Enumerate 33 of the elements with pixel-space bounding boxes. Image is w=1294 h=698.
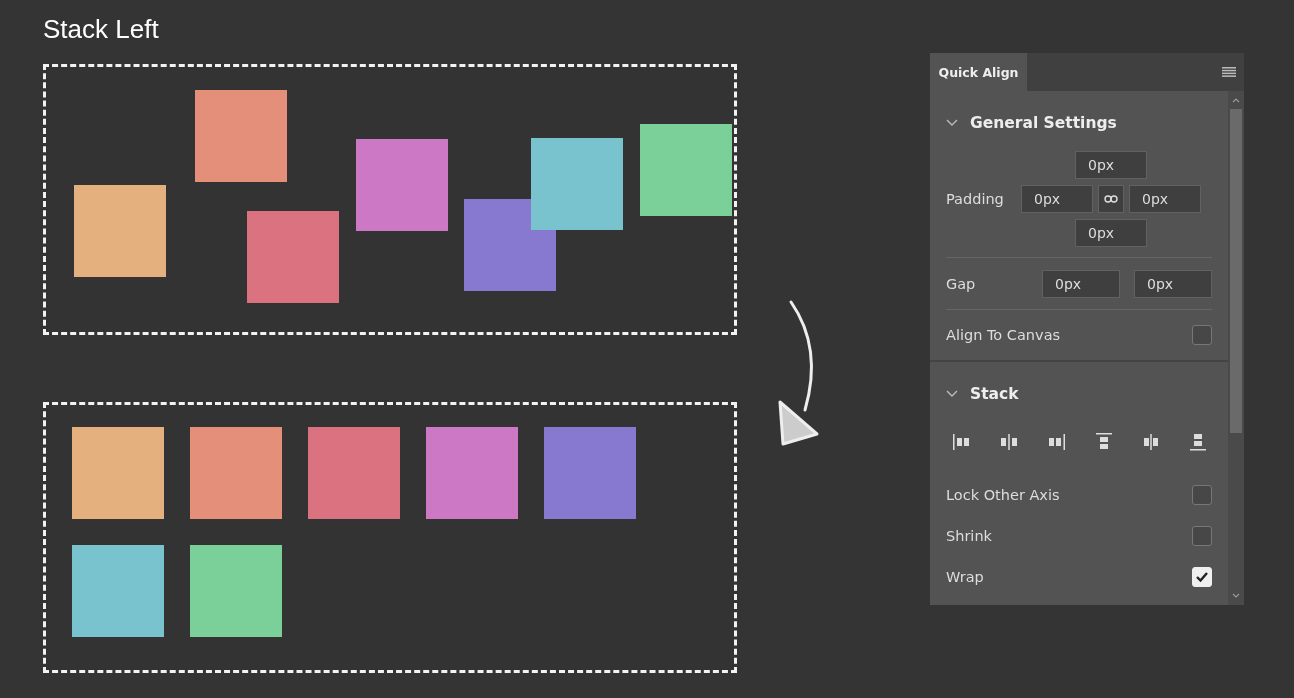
align-left-icon[interactable] — [952, 432, 972, 452]
link-button[interactable] — [1098, 185, 1124, 213]
checkbox[interactable] — [1192, 484, 1212, 505]
option-label: Lock Other Axis — [946, 486, 1060, 503]
padding-right-field[interactable]: 0px — [1129, 185, 1201, 213]
panel-tab[interactable]: Quick Align — [930, 53, 1027, 91]
checkbox[interactable] — [1192, 325, 1212, 345]
menu-icon[interactable] — [1222, 67, 1236, 77]
padding-bottom-field[interactable]: 0px — [1075, 219, 1147, 247]
scroll-down-icon[interactable] — [1232, 593, 1240, 599]
align-bottom-icon[interactable] — [1187, 432, 1208, 452]
option-label: Wrap — [946, 568, 984, 585]
padding-label: Padding — [946, 191, 1004, 207]
section-title: General Settings — [970, 114, 1117, 132]
gap-label: Gap — [946, 275, 976, 292]
page-title: Stack Left — [43, 14, 160, 44]
option-label: Shrink — [946, 527, 992, 544]
scroll-up-icon[interactable] — [1232, 97, 1240, 103]
padding-top-field[interactable]: 0px — [1075, 151, 1147, 179]
align-right-icon[interactable] — [1046, 432, 1067, 452]
align-center-icon[interactable] — [999, 432, 1020, 452]
section-title: Stack — [970, 385, 1019, 403]
chevron-icon[interactable] — [946, 119, 958, 127]
option-label: Align To Canvas — [946, 327, 1061, 343]
link-icon — [1104, 195, 1118, 203]
padding-left-field[interactable]: 0px — [1021, 185, 1093, 213]
align-top-icon[interactable] — [1093, 432, 1114, 452]
gap-y-field[interactable]: 0px — [1134, 269, 1212, 298]
checkbox[interactable] — [1192, 525, 1212, 546]
checkmark-icon — [1195, 570, 1209, 583]
chevron-icon[interactable] — [946, 390, 958, 398]
scrollbar[interactable] — [1228, 91, 1244, 605]
gap-x-field[interactable]: 0px — [1042, 269, 1120, 298]
